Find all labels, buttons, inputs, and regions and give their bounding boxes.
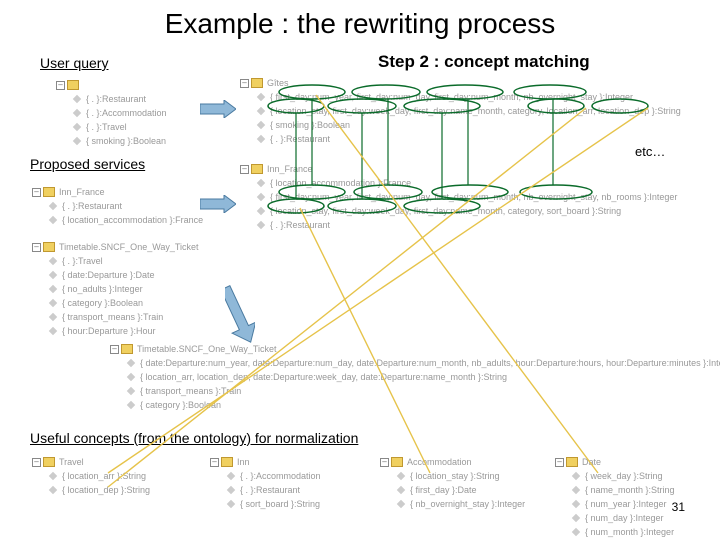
ontology-travel-tree: –Travel { location_arr }:String { locati… [32,455,150,497]
gites-tree: –Gîtes { first_day:num_year, first_day:n… [240,76,681,146]
timetable-large-tree: –Timetable.SNCF_One_Way_Ticket { date:De… [110,342,720,412]
ontology-date-tree: –Date { week_day }:String { name_month }… [555,455,675,539]
arrow-2 [200,195,236,213]
arrow-3 [225,285,255,345]
inn-france-large-tree: –Inn_France { location_accommodation }:F… [240,162,677,232]
slide-title: Example : the rewriting process [0,0,720,44]
useful-concepts-label: Useful concepts (from the ontology) for … [30,430,358,446]
ontology-accommodation-tree: –Accommodation { location_stay }:String … [380,455,525,511]
proposed-services-label: Proposed services [30,156,145,172]
inn-france-small-tree: –Inn_France { . }:Restaurant { location_… [32,185,203,227]
ontology-inn-tree: –Inn { . }:Accommodation { . }:Restauran… [210,455,321,511]
timetable-small-tree: –Timetable.SNCF_One_Way_Ticket { . }:Tra… [32,240,199,338]
user-query-label: User query [40,55,108,71]
arrow-1 [200,100,236,118]
etc-label: etc… [635,144,665,159]
user-query-tree: – { . }:Restaurant { . }:Accommodation {… [56,78,167,148]
step-label: Step 2 : concept matching [378,52,590,72]
